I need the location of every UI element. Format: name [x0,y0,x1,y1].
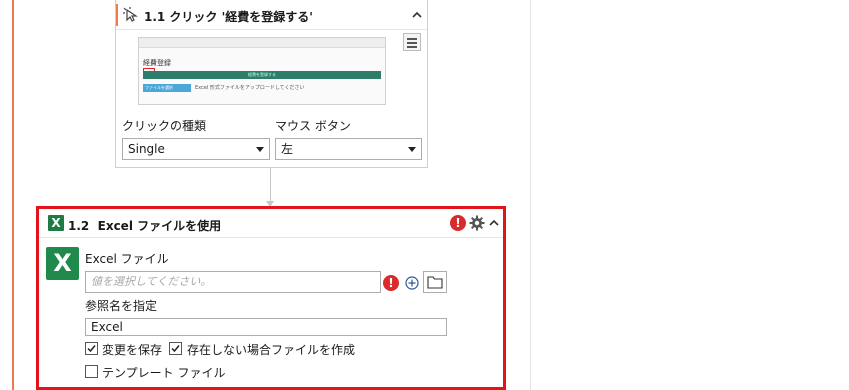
preview-heading: 経費登録 [143,59,171,67]
click-type-label: クリックの種類 [122,119,207,133]
reference-name-label: 参照名を指定 [85,299,158,313]
template-file-checkbox[interactable] [85,365,98,378]
error-icon[interactable]: ! [450,215,466,231]
excel-large-icon: X [46,247,79,280]
chevron-up-icon[interactable] [487,216,501,230]
mouse-button-value: 左 [281,142,294,156]
click-activity-card[interactable]: 1.1 クリック '経費を登録する' 経費登録 経費を登録する ファイルを選択 … [115,0,428,168]
click-type-dropdown[interactable]: Single [122,138,270,160]
folder-icon [427,276,443,289]
preview-blue-button: ファイルを選択 [143,84,191,92]
reference-name-value: Excel [91,320,123,334]
error-icon[interactable]: ! [383,275,399,291]
excel-activity-title: 1.2 Excel ファイルを使用 [68,219,222,233]
create-if-missing-checkbox[interactable] [169,342,182,355]
excel-file-input[interactable]: 値を選択してください。 [85,271,381,293]
mouse-button-label: マウス ボタン [275,119,351,133]
sequence-line [12,0,14,390]
panel-divider [530,0,531,390]
chevron-up-icon[interactable] [410,8,424,22]
click-icon [123,7,138,22]
excel-activity-header[interactable]: X 1.2 Excel ファイルを使用 ! [39,209,503,238]
checkmark-icon [171,345,180,353]
excel-file-label: Excel ファイル [85,252,169,266]
template-file-label: テンプレート ファイル [102,366,226,380]
click-type-value: Single [128,142,165,156]
excel-icon: X [48,215,64,231]
plus-circle-icon[interactable] [405,276,419,290]
preview-green-bar: 経費を登録する [143,71,381,79]
preview-note: Excel 形式ファイルをアップロードしてください [195,85,305,91]
preview-toolbar [139,38,385,48]
gear-icon[interactable] [469,215,485,231]
hamburger-menu-icon[interactable] [403,33,421,51]
mouse-button-dropdown[interactable]: 左 [275,138,422,160]
folder-button[interactable] [423,271,447,293]
reference-name-input[interactable]: Excel [85,318,447,336]
click-activity-title: 1.1 クリック '経費を登録する' [144,10,313,24]
header-accent [116,4,118,26]
excel-activity-card[interactable]: X 1.2 Excel ファイルを使用 ! X Excel ファイル 値を選択し… [36,206,506,390]
excel-file-placeholder: 値を選択してください。 [91,275,212,288]
click-activity-header[interactable]: 1.1 クリック '経費を登録する' [116,0,427,30]
checkmark-icon [87,345,96,353]
create-if-missing-label: 存在しない場合ファイルを作成 [187,343,356,357]
save-changes-label: 変更を保存 [102,343,163,357]
click-target-preview: 経費登録 経費を登録する ファイルを選択 Excel 形式ファイルをアップロード… [138,37,386,105]
dropdown-caret-icon [408,147,416,152]
save-changes-checkbox[interactable] [85,342,98,355]
sequence-connector [270,168,271,203]
dropdown-caret-icon [256,147,264,152]
